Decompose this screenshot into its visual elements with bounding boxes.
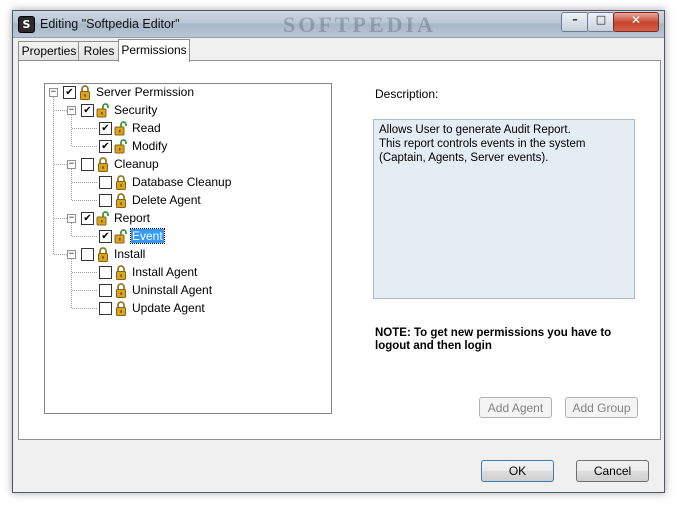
tab-permissions[interactable]: Permissions xyxy=(118,39,190,62)
tree-connector-line xyxy=(72,182,97,183)
tree-node-label[interactable]: Server Permission xyxy=(95,85,195,99)
close-button[interactable]: ✕ xyxy=(613,12,659,32)
lock-closed-icon xyxy=(78,85,92,100)
ok-button[interactable]: OK xyxy=(481,460,554,482)
lock-open-icon xyxy=(96,211,110,226)
tree-node-label[interactable]: Install Agent xyxy=(131,265,198,279)
lock-open-icon xyxy=(114,139,128,154)
lock-closed-icon xyxy=(114,265,128,280)
editor-window: S Editing "Softpedia Editor" SOFTPEDIA –… xyxy=(12,10,665,493)
lock-closed-icon xyxy=(96,157,110,172)
permission-checkbox[interactable] xyxy=(81,158,94,171)
tree-node-label[interactable]: Security xyxy=(113,103,158,117)
permission-checkbox[interactable]: ✔ xyxy=(81,104,94,117)
tree-node[interactable]: − ✔ Security xyxy=(45,102,325,120)
add-agent-button[interactable]: Add Agent xyxy=(479,397,552,418)
lock-open-icon xyxy=(114,229,128,244)
close-icon: ✕ xyxy=(630,13,642,27)
tree-node-label[interactable]: Read xyxy=(131,121,162,135)
permission-checkbox[interactable] xyxy=(99,266,112,279)
tree-node[interactable]: Install Agent xyxy=(45,264,325,282)
app-icon[interactable]: S xyxy=(18,16,35,33)
tree-connector-line xyxy=(72,308,97,309)
permission-checkbox[interactable] xyxy=(99,284,112,297)
tree-connector-line xyxy=(71,115,72,146)
permission-tree[interactable]: − ✔ Server Permission − ✔ Security ✔ Read ✔ Modif… xyxy=(44,83,332,414)
permission-checkbox[interactable]: ✔ xyxy=(99,230,112,243)
tree-connector-line xyxy=(54,164,67,165)
tree-node-label[interactable]: Update Agent xyxy=(131,301,206,315)
permission-checkbox[interactable] xyxy=(81,248,94,261)
tree-node[interactable]: − Cleanup xyxy=(45,156,325,174)
tree-node-label[interactable]: Delete Agent xyxy=(131,193,202,207)
tree-connector-line xyxy=(54,218,67,219)
minimize-button[interactable]: – xyxy=(561,12,589,32)
tree-node[interactable]: ✔ Read xyxy=(45,120,325,138)
permission-checkbox[interactable]: ✔ xyxy=(63,86,76,99)
tree-node-label[interactable]: Install xyxy=(113,247,146,261)
lock-closed-icon xyxy=(114,301,128,316)
tree-node-label[interactable]: Database Cleanup xyxy=(131,175,232,189)
tree-connector-line xyxy=(53,97,54,254)
tree-connector-line xyxy=(72,290,97,291)
cancel-button[interactable]: Cancel xyxy=(576,460,649,482)
title-watermark: SOFTPEDIA xyxy=(283,12,436,37)
tree-connector-line xyxy=(71,223,72,236)
add-group-button[interactable]: Add Group xyxy=(565,397,638,418)
lock-open-icon xyxy=(96,103,110,118)
window-title: Editing "Softpedia Editor" xyxy=(40,17,180,31)
tree-node[interactable]: Uninstall Agent xyxy=(45,282,325,300)
description-line-1: Allows User to generate Audit Report. xyxy=(379,124,571,136)
tree-node[interactable]: − ✔ Server Permission xyxy=(45,84,325,102)
permission-checkbox[interactable] xyxy=(99,302,112,315)
tree-node[interactable]: ✔ Event xyxy=(45,228,325,246)
tab-properties[interactable]: Properties xyxy=(18,41,80,60)
permission-checkbox[interactable]: ✔ xyxy=(99,140,112,153)
tree-node-label[interactable]: Cleanup xyxy=(113,157,160,171)
tree-node[interactable]: − Install xyxy=(45,246,325,264)
tree-node-label[interactable]: Event xyxy=(130,228,165,244)
lock-closed-icon xyxy=(114,283,128,298)
minimize-icon: – xyxy=(572,13,578,26)
tree-connector-line xyxy=(71,259,72,308)
title-bar[interactable]: S Editing "Softpedia Editor" SOFTPEDIA –… xyxy=(13,11,664,38)
permission-checkbox[interactable] xyxy=(99,176,112,189)
tree-node-label[interactable]: Report xyxy=(113,211,151,225)
description-label: Description: xyxy=(375,87,439,101)
lock-closed-icon xyxy=(96,247,110,262)
collapse-expander-icon[interactable]: − xyxy=(67,106,76,115)
maximize-button[interactable]: □ xyxy=(587,12,615,32)
permission-checkbox[interactable]: ✔ xyxy=(81,212,94,225)
tree-node[interactable]: Delete Agent xyxy=(45,192,325,210)
collapse-expander-icon[interactable]: − xyxy=(49,88,58,97)
tab-roles[interactable]: Roles xyxy=(78,41,120,60)
collapse-expander-icon[interactable]: − xyxy=(67,160,76,169)
permission-checkbox[interactable]: ✔ xyxy=(99,122,112,135)
maximize-icon: □ xyxy=(595,13,607,26)
tree-node[interactable]: − ✔ Report xyxy=(45,210,325,228)
relogin-note: NOTE: To get new permissions you have to… xyxy=(375,327,612,352)
tree-connector-line xyxy=(54,110,67,111)
tree-connector-line xyxy=(72,272,97,273)
tree-node[interactable]: Database Cleanup xyxy=(45,174,325,192)
lock-closed-icon xyxy=(114,175,128,190)
collapse-expander-icon[interactable]: − xyxy=(67,214,76,223)
tree-node[interactable]: ✔ Modify xyxy=(45,138,325,156)
tree-connector-line xyxy=(72,146,97,147)
description-line-2: This report controls events in the syste… xyxy=(379,138,586,164)
permissions-tab-page: − ✔ Server Permission − ✔ Security ✔ Read ✔ Modif… xyxy=(18,60,661,440)
lock-open-icon xyxy=(114,121,128,136)
tree-connector-line xyxy=(72,128,97,129)
tree-node-label[interactable]: Modify xyxy=(131,139,168,153)
tree-node-label[interactable]: Uninstall Agent xyxy=(131,283,213,297)
permission-checkbox[interactable] xyxy=(99,194,112,207)
tree-connector-line xyxy=(71,169,72,200)
tree-connector-line xyxy=(72,236,97,237)
collapse-expander-icon[interactable]: − xyxy=(67,250,76,259)
description-box: Allows User to generate Audit Report. Th… xyxy=(373,119,635,299)
tree-connector-line xyxy=(72,200,97,201)
tree-connector-line xyxy=(54,254,67,255)
lock-closed-icon xyxy=(114,193,128,208)
tree-node[interactable]: Update Agent xyxy=(45,300,325,318)
